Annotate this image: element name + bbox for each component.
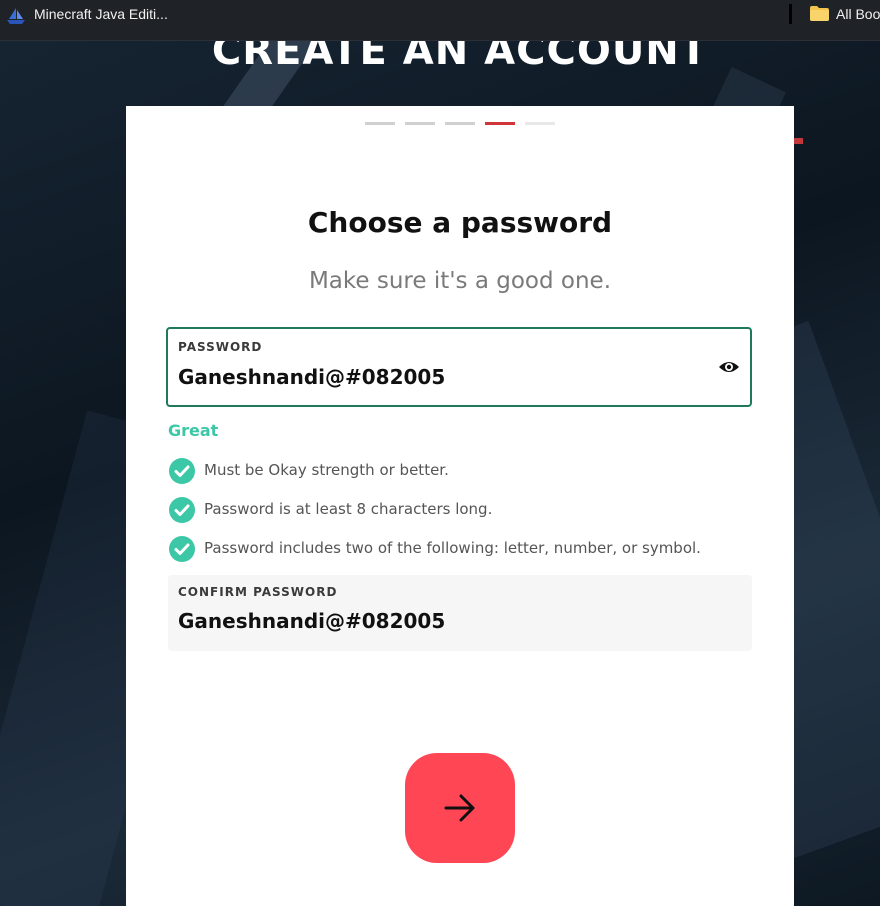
all-bookmarks-link[interactable]: All Boo — [836, 6, 880, 22]
password-input[interactable] — [178, 365, 678, 389]
check-circle-icon — [169, 497, 195, 523]
password-strength: Great — [168, 421, 219, 440]
list-item: Must be Okay strength or better. — [169, 458, 701, 497]
confirm-password-label: CONFIRM PASSWORD — [178, 585, 338, 599]
rule-text: Password is at least 8 characters long. — [204, 500, 493, 518]
arrow-right-icon — [444, 794, 475, 822]
check-circle-icon — [169, 536, 195, 562]
progress-step — [405, 122, 435, 125]
card-subtitle: Make sure it's a good one. — [308, 268, 612, 294]
next-button[interactable] — [405, 753, 515, 863]
progress-step — [445, 122, 475, 125]
signup-card: Choose a password Make sure it's a good … — [126, 106, 794, 906]
tab-title[interactable]: Minecraft Java Editi... — [34, 6, 168, 22]
browser-bar: Minecraft Java Editi... All Boo — [0, 0, 880, 41]
confirm-password-field[interactable]: CONFIRM PASSWORD — [168, 575, 752, 651]
progress-step-current — [485, 122, 515, 125]
password-field[interactable]: PASSWORD — [166, 327, 752, 407]
password-rules: Must be Okay strength or better. Passwor… — [169, 458, 701, 575]
list-item: Password includes two of the following: … — [169, 536, 701, 575]
progress-step — [525, 122, 555, 125]
progress-step — [365, 122, 395, 125]
confirm-password-input[interactable] — [178, 609, 678, 633]
eye-icon[interactable] — [718, 358, 740, 376]
rule-text: Password includes two of the following: … — [204, 539, 701, 557]
card-title: Choose a password — [307, 206, 613, 239]
sailboat-icon — [7, 8, 25, 24]
check-circle-icon — [169, 458, 195, 484]
step-progress — [365, 122, 555, 126]
folder-icon — [810, 6, 829, 21]
toolbar-divider — [789, 4, 792, 24]
list-item: Password is at least 8 characters long. — [169, 497, 701, 536]
rule-text: Must be Okay strength or better. — [204, 461, 449, 479]
password-label: PASSWORD — [178, 340, 263, 354]
